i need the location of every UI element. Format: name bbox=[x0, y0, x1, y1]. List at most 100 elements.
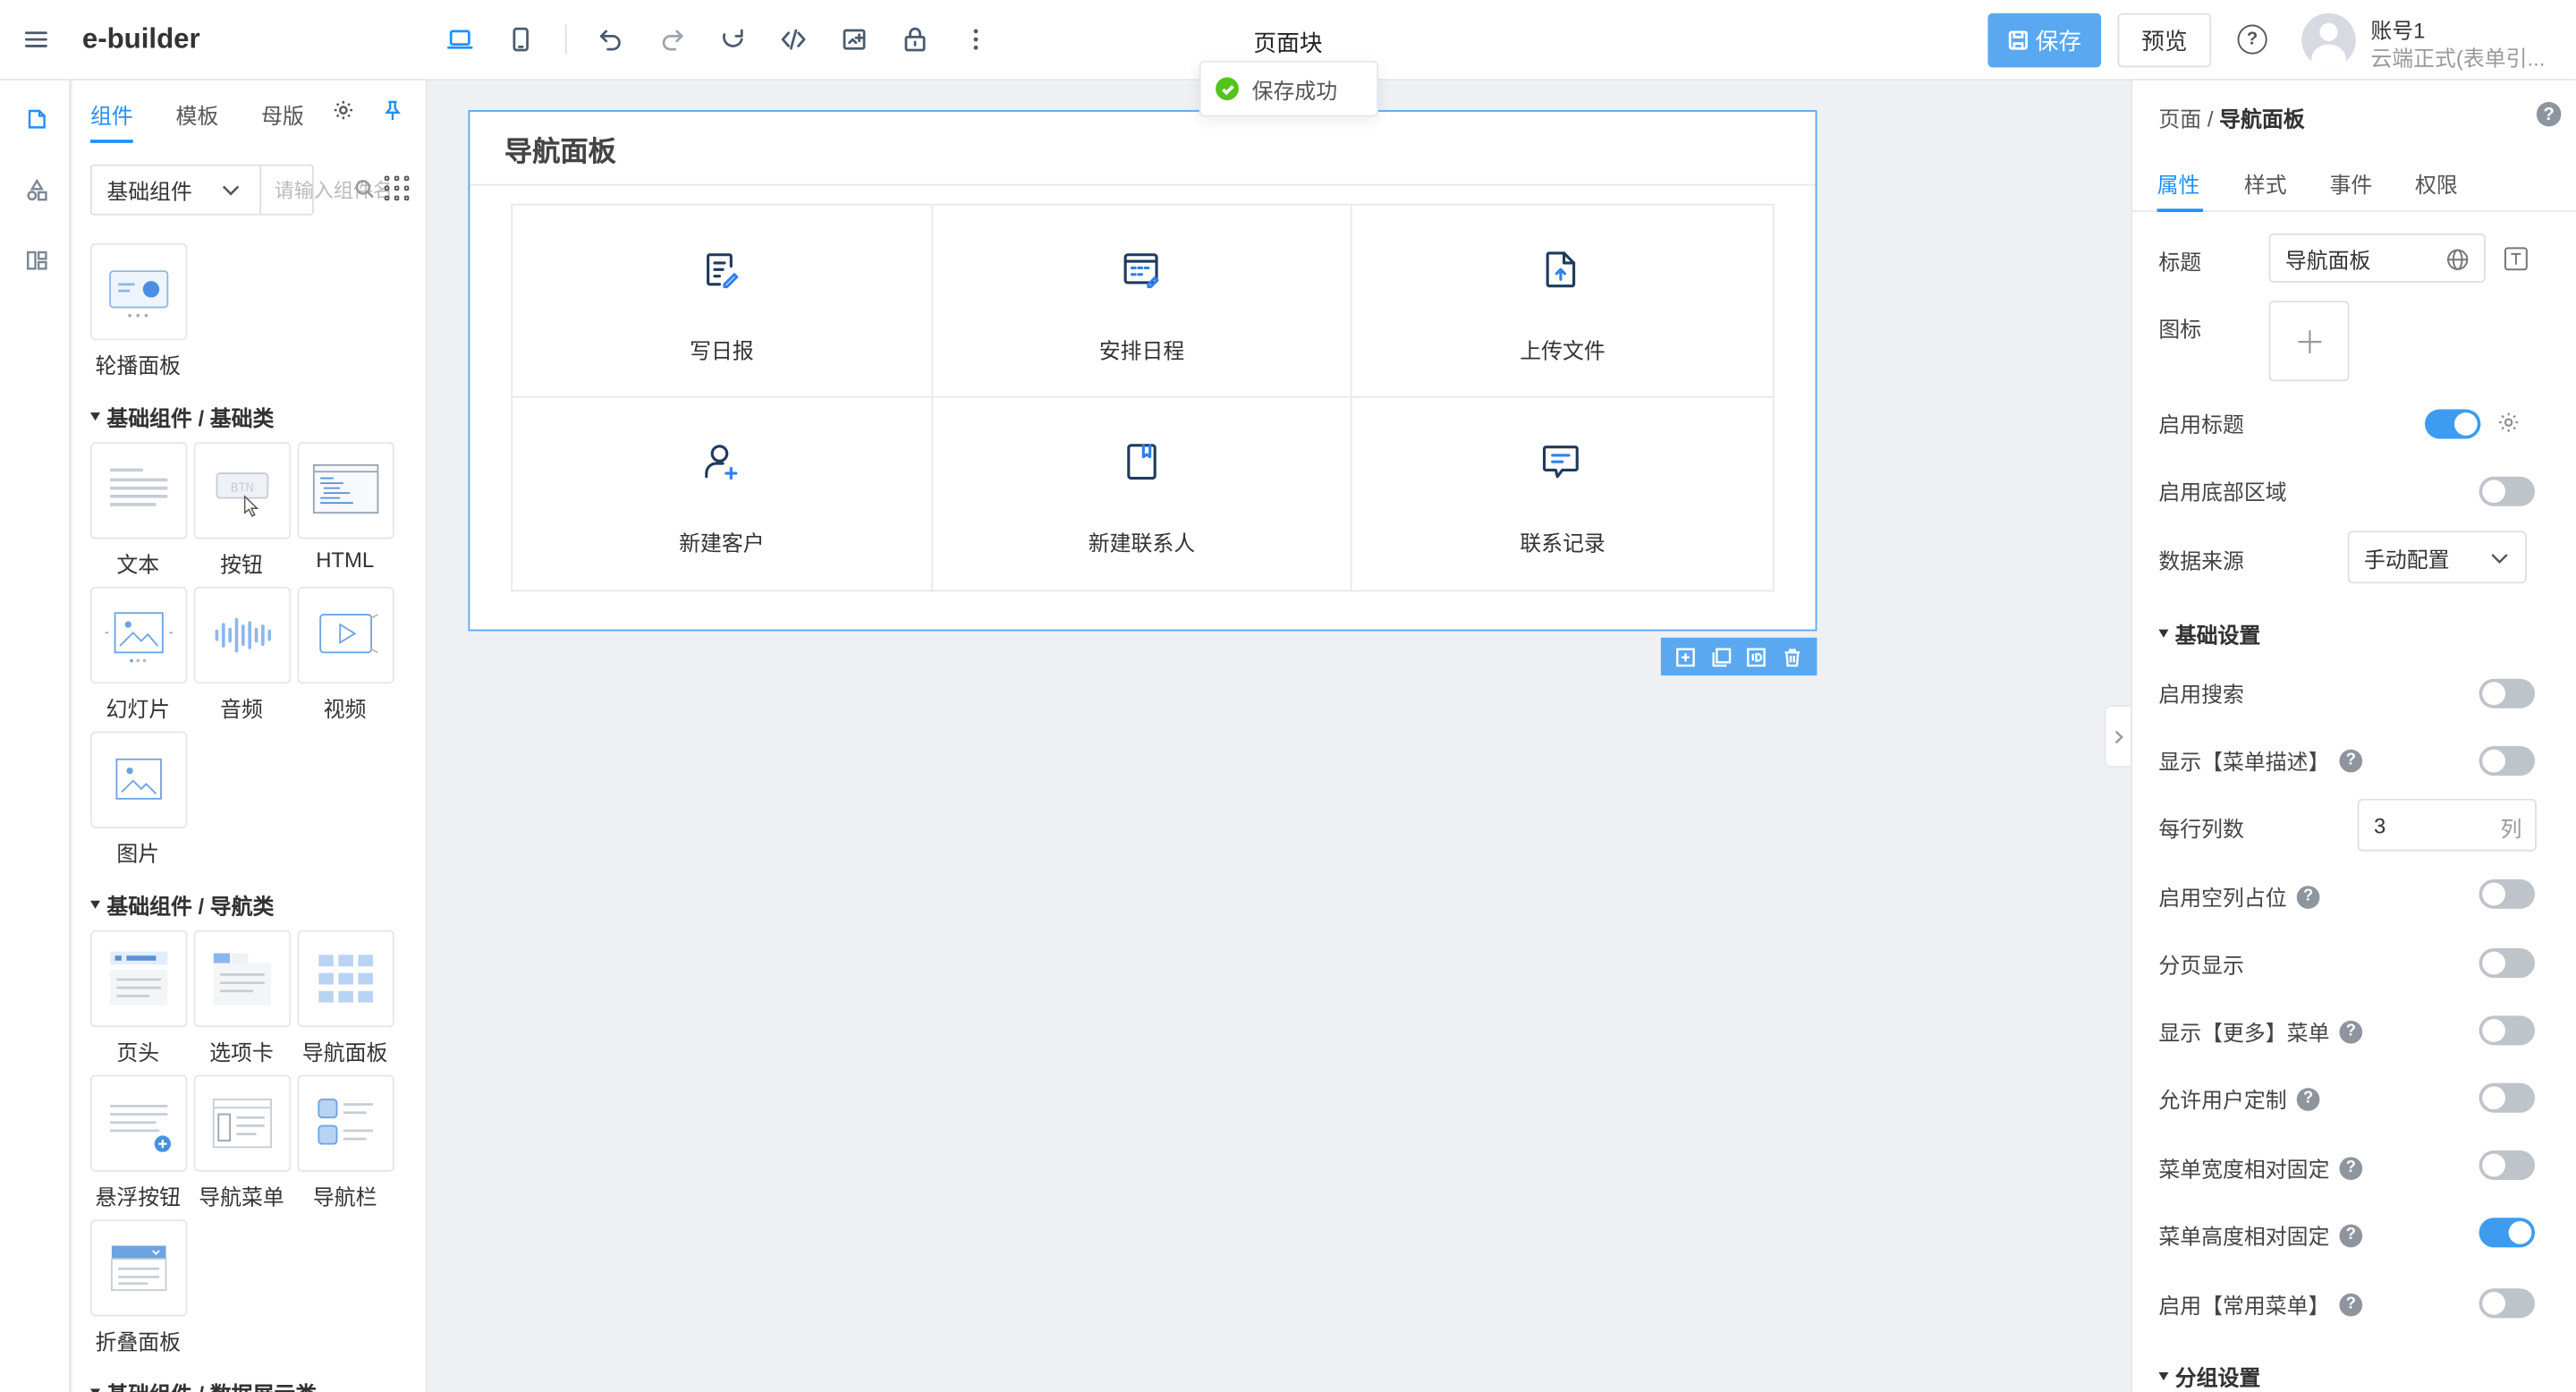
component-float-button[interactable] bbox=[90, 1074, 188, 1172]
components-rail-icon[interactable] bbox=[10, 92, 63, 145]
shapes-rail-icon[interactable] bbox=[10, 163, 63, 216]
tab-properties[interactable]: 属性 bbox=[2157, 167, 2200, 199]
section-basic[interactable]: 基础组件 / 基础类 bbox=[90, 401, 274, 432]
component-collapse-panel[interactable] bbox=[90, 1219, 188, 1317]
component-text[interactable] bbox=[90, 442, 188, 539]
nav-item[interactable]: 上传文件 bbox=[1352, 206, 1773, 398]
component-carousel[interactable] bbox=[90, 242, 188, 341]
menu-height-fixed-toggle[interactable] bbox=[2479, 1218, 2536, 1248]
id-icon[interactable] bbox=[1746, 646, 1767, 667]
copy-icon[interactable] bbox=[1710, 646, 1732, 667]
button-icon: BTN bbox=[216, 472, 269, 517]
redo-icon[interactable] bbox=[648, 15, 697, 64]
delete-icon[interactable] bbox=[1782, 646, 1803, 667]
component-image[interactable] bbox=[90, 731, 188, 828]
code-icon[interactable] bbox=[769, 15, 818, 64]
component-label: 轮播面板 bbox=[95, 352, 182, 378]
component-nav-menu[interactable] bbox=[193, 1074, 292, 1172]
icon-picker[interactable] bbox=[2268, 301, 2350, 382]
breadcrumb-root[interactable]: 页面 bbox=[2158, 106, 2201, 132]
tab-components[interactable]: 组件 bbox=[90, 98, 133, 130]
tab-masters[interactable]: 母版 bbox=[261, 98, 304, 130]
avatar[interactable] bbox=[2301, 13, 2356, 68]
schedule-icon bbox=[1123, 253, 1158, 289]
nav-panel-icon bbox=[318, 955, 373, 1003]
nav-item[interactable]: 联系记录 bbox=[1352, 398, 1773, 590]
help-icon[interactable]: ? bbox=[2339, 1019, 2363, 1043]
settings-gear-icon[interactable] bbox=[332, 98, 358, 124]
contact-record-icon bbox=[1543, 446, 1580, 479]
selection-toolbar bbox=[1660, 637, 1818, 676]
component-search-input[interactable]: 请输入组件名称 bbox=[259, 166, 393, 214]
add-icon[interactable] bbox=[1674, 646, 1696, 667]
component-audio[interactable] bbox=[193, 586, 292, 684]
help-icon[interactable]: ? bbox=[2536, 101, 2562, 127]
save-button[interactable]: 保存 bbox=[1987, 13, 2102, 68]
pagination-toggle[interactable] bbox=[2479, 948, 2536, 979]
tab-events[interactable]: 事件 bbox=[2329, 167, 2372, 199]
component-tabs[interactable] bbox=[193, 929, 292, 1028]
pin-icon[interactable] bbox=[381, 98, 407, 124]
globe-icon[interactable] bbox=[2446, 248, 2470, 271]
enable-search-toggle[interactable] bbox=[2479, 678, 2536, 709]
lock-icon[interactable] bbox=[890, 15, 939, 64]
toolbar-divider bbox=[564, 24, 567, 55]
enable-footer-toggle[interactable] bbox=[2479, 476, 2536, 506]
tab-templates[interactable]: 模板 bbox=[176, 98, 219, 130]
help-icon[interactable]: ? bbox=[2296, 885, 2320, 908]
data-source-select[interactable]: 手动配置 bbox=[2347, 530, 2527, 584]
component-html[interactable] bbox=[297, 442, 394, 539]
enable-title-toggle[interactable] bbox=[2424, 409, 2481, 439]
columns-input[interactable]: 3 列 bbox=[2357, 798, 2537, 852]
gear-icon[interactable] bbox=[2497, 411, 2521, 434]
nav-item[interactable]: 写日报 bbox=[513, 205, 933, 398]
help-icon[interactable]: ? bbox=[2296, 1087, 2320, 1110]
screenshot-icon[interactable] bbox=[830, 15, 879, 64]
desktop-icon[interactable] bbox=[436, 15, 485, 64]
help-icon[interactable]: ? bbox=[2339, 748, 2363, 772]
section-data-display[interactable]: 基础组件 / 数据展示类 bbox=[90, 1377, 317, 1392]
undo-icon[interactable] bbox=[587, 15, 636, 64]
component-label: 文本 bbox=[116, 552, 160, 577]
group-settings-section[interactable]: 分组设置 bbox=[2158, 1361, 2260, 1392]
common-menu-toggle[interactable] bbox=[2479, 1288, 2536, 1319]
show-more-menu-toggle[interactable] bbox=[2479, 1015, 2536, 1046]
help-icon[interactable]: ? bbox=[2339, 1292, 2363, 1316]
hamburger-menu-icon[interactable] bbox=[12, 15, 61, 64]
show-menu-description-toggle[interactable] bbox=[2479, 746, 2536, 777]
title-input[interactable]: 导航面板 bbox=[2268, 233, 2486, 283]
tab-styles[interactable]: 样式 bbox=[2244, 167, 2287, 199]
help-icon[interactable]: ? bbox=[2339, 1223, 2363, 1247]
nav-panel-widget[interactable]: 导航面板 写日报 安排日程 上传文件 新建客户 新建联系人 联系记录 bbox=[468, 110, 1818, 632]
section-navigation[interactable]: 基础组件 / 导航类 bbox=[90, 889, 274, 921]
component-nav-panel[interactable] bbox=[297, 929, 394, 1028]
mobile-icon[interactable] bbox=[496, 15, 546, 64]
basic-settings-section[interactable]: 基础设置 bbox=[2158, 618, 2260, 649]
nav-item[interactable]: 新建客户 bbox=[513, 397, 933, 590]
refresh-icon[interactable] bbox=[708, 15, 758, 64]
layout-rail-icon[interactable] bbox=[10, 233, 63, 286]
nav-item[interactable]: 安排日程 bbox=[932, 205, 1353, 398]
allow-user-customize-toggle[interactable] bbox=[2479, 1082, 2536, 1113]
component-slideshow[interactable] bbox=[90, 586, 188, 684]
carousel-icon bbox=[109, 270, 169, 318]
component-page-header[interactable] bbox=[90, 929, 188, 1028]
text-format-icon[interactable] bbox=[2504, 247, 2529, 272]
component-video[interactable] bbox=[297, 586, 394, 684]
collapse-panel-toggle[interactable] bbox=[2104, 705, 2131, 768]
component-nav-bar[interactable] bbox=[297, 1074, 394, 1172]
component-button[interactable]: BTN bbox=[193, 442, 292, 539]
account-name[interactable]: 账号1 bbox=[2370, 13, 2425, 45]
help-icon[interactable]: ? bbox=[2237, 24, 2267, 55]
chevron-right-icon bbox=[2114, 729, 2123, 743]
design-canvas[interactable]: 导航面板 写日报 安排日程 上传文件 新建客户 新建联系人 联系记录 bbox=[428, 81, 2131, 1392]
component-category-select[interactable]: 基础组件 请输入组件名称 bbox=[90, 164, 393, 216]
nav-item[interactable]: 新建联系人 bbox=[933, 397, 1353, 590]
empty-column-placeholder-toggle[interactable] bbox=[2479, 878, 2536, 909]
more-icon[interactable] bbox=[951, 15, 1000, 64]
help-icon[interactable]: ? bbox=[2339, 1156, 2363, 1180]
tab-permissions[interactable]: 权限 bbox=[2415, 167, 2458, 199]
menu-width-fixed-toggle[interactable] bbox=[2479, 1150, 2536, 1181]
preview-button[interactable]: 预览 bbox=[2117, 13, 2212, 68]
grid-view-icon[interactable] bbox=[384, 175, 411, 202]
